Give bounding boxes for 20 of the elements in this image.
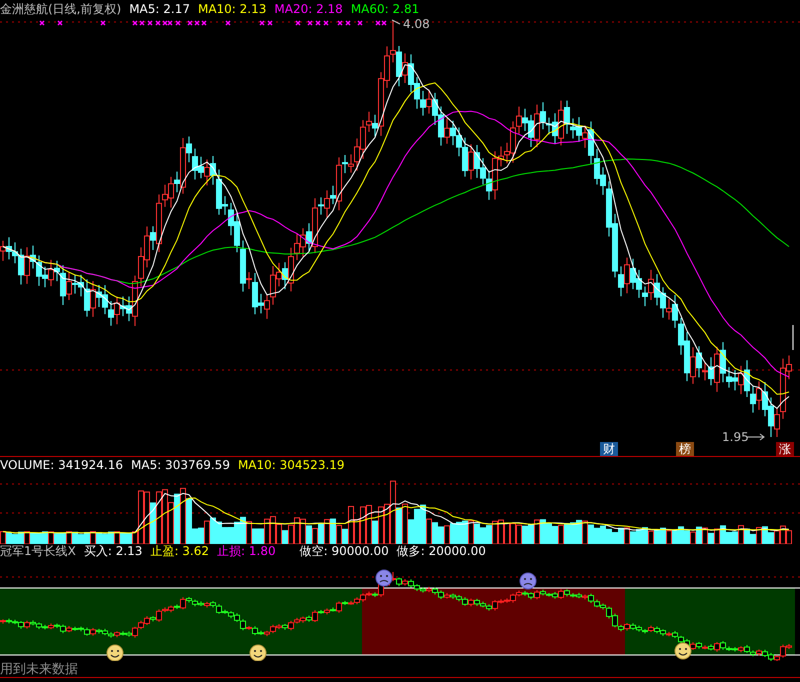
indicator-value: 止损: 1.80 (217, 544, 276, 556)
indicator-value: 做多: 20000.00 (396, 544, 486, 556)
event-badge: 榜 (676, 442, 694, 456)
event-badge: 财 (600, 442, 618, 456)
moving-average-value: MA5: 2.17 (129, 3, 190, 15)
indicator-name: 冠军1号长线X (0, 544, 76, 556)
moving-average-value: MA60: 2.81 (350, 3, 420, 15)
warning-text: 用到未来数据 (0, 662, 78, 676)
moving-average-value: MA20: 2.18 (274, 3, 343, 15)
low-price-label: 1.95 (722, 431, 749, 443)
volume-average-value: MA5: 303769.59 (131, 458, 230, 470)
indicator-value: 买入: 2.13 (84, 544, 142, 556)
indicator-value: 止盈: 3.62 (150, 544, 210, 556)
moving-average-value: MA10: 2.13 (198, 3, 266, 15)
event-badge: 涨 (776, 442, 794, 456)
volume-average-value: MA10: 304523.19 (238, 458, 345, 470)
volume-value: VOLUME: 341924.16 (0, 458, 123, 470)
high-price-label: 4.08 (403, 18, 430, 30)
stock-title: 金洲慈航(日线,前复权) (0, 3, 122, 15)
indicator-value: 做空: 90000.00 (300, 544, 389, 556)
